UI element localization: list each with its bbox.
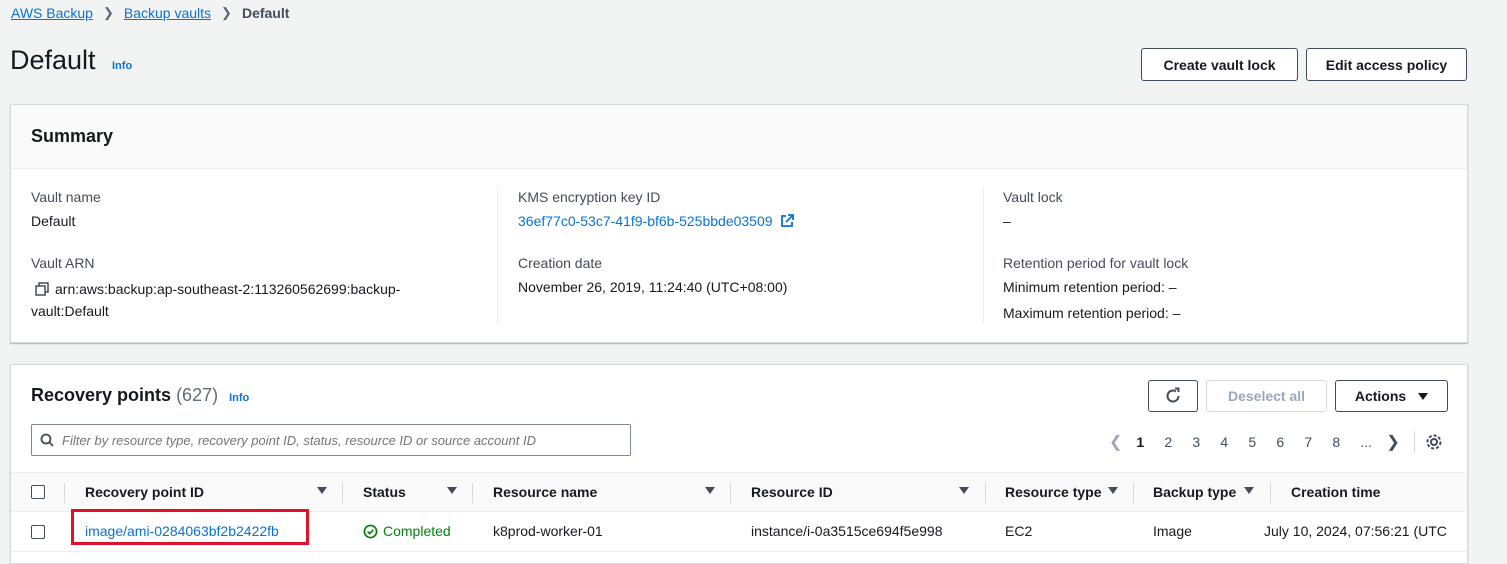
column-divider (1270, 483, 1271, 503)
sort-down-icon[interactable] (447, 487, 457, 494)
status-badge: Completed (363, 523, 451, 539)
deselect-all-button[interactable]: Deselect all (1206, 380, 1327, 412)
page-7[interactable]: 7 (1304, 434, 1332, 450)
summary-title: Summary (11, 105, 1467, 169)
page-8[interactable]: 8 (1332, 434, 1360, 450)
refresh-icon (1166, 387, 1180, 403)
pager-divider (1413, 431, 1415, 453)
breadcrumb-aws-backup[interactable]: AWS Backup (11, 5, 93, 21)
kms-key-link[interactable]: 36ef77c0-53c7-41f9-bf6b-525bbde03509 (518, 213, 773, 229)
column-divider (985, 483, 986, 503)
column-divider (64, 483, 65, 503)
summary-panel: Summary Vault name Default Vault ARN arn… (10, 104, 1468, 343)
column-status[interactable]: Status (363, 484, 406, 500)
summary-col-3: Vault lock – Retention period for vault … (1003, 169, 1443, 342)
creation-date-value: November 26, 2019, 11:24:40 (UTC+08:00) (518, 279, 788, 295)
column-divider (342, 483, 343, 503)
page-title: Default (10, 45, 96, 75)
column-resource-type[interactable]: Resource type (1005, 484, 1101, 500)
caret-down-icon (1418, 392, 1429, 400)
vault-lock-label: Vault lock (1003, 189, 1063, 205)
vault-name-value: Default (31, 213, 76, 229)
info-link[interactable]: Info (229, 392, 249, 404)
copy-icon[interactable] (35, 282, 49, 296)
kms-key-label: KMS encryption key ID (518, 189, 661, 205)
creation-date-label: Creation date (518, 255, 603, 271)
select-all-checkbox[interactable] (31, 485, 45, 499)
resource-name: k8prod-worker-01 (493, 523, 603, 539)
column-resource-name[interactable]: Resource name (493, 484, 597, 500)
breadcrumb: AWS Backup ❯ Backup vaults ❯ Default (11, 5, 289, 21)
column-divider (1133, 483, 1134, 503)
creation-time: July 10, 2024, 07:56:21 (UTC (1264, 523, 1447, 539)
create-vault-lock-button[interactable]: Create vault lock (1141, 48, 1298, 81)
page-5[interactable]: 5 (1248, 434, 1276, 450)
column-divider (730, 483, 731, 503)
page-4[interactable]: 4 (1220, 434, 1248, 450)
external-link-icon[interactable] (780, 214, 795, 231)
min-retention-value: Minimum retention period: – (1003, 279, 1177, 295)
gear-icon[interactable] (1425, 433, 1443, 451)
chevron-right-icon[interactable]: ❯ (1386, 432, 1399, 452)
column-recovery-point-id[interactable]: Recovery point ID (85, 484, 204, 500)
page-1[interactable]: 1 (1136, 434, 1164, 450)
column-resource-id[interactable]: Resource ID (751, 484, 833, 500)
column-divider (497, 187, 498, 323)
summary-col-1: Vault name Default Vault ARN arn:aws:bac… (31, 169, 501, 342)
sort-down-icon[interactable] (1244, 487, 1254, 494)
table-row[interactable]: image/ami-0284063bf2b2422fb Completed k8… (11, 509, 1467, 552)
column-creation-time[interactable]: Creation time (1291, 484, 1380, 500)
summary-col-2: KMS encryption key ID 36ef77c0-53c7-41f9… (518, 169, 978, 342)
chevron-right-icon: ❯ (102, 5, 114, 20)
max-retention-value: Maximum retention period: – (1003, 305, 1181, 321)
sort-down-icon[interactable] (317, 487, 327, 494)
page-3[interactable]: 3 (1192, 434, 1220, 450)
pagination: ❮ 1 2 3 4 5 6 7 8 ... ❯ (1109, 431, 1443, 453)
backup-type: Image (1153, 523, 1192, 539)
vault-arn-label: Vault ARN (31, 255, 95, 271)
recovery-points-panel: Recovery points (627) Info Deselect all … (10, 364, 1468, 564)
search-icon (40, 433, 54, 447)
vault-lock-value: – (1003, 213, 1011, 229)
search-field[interactable] (31, 424, 631, 456)
edit-access-policy-button[interactable]: Edit access policy (1306, 48, 1467, 81)
resource-id: instance/i-0a3515ce694f5e998 (751, 523, 943, 539)
info-link[interactable]: Info (112, 60, 132, 72)
page-6[interactable]: 6 (1276, 434, 1304, 450)
column-divider (983, 187, 984, 323)
breadcrumb-backup-vaults[interactable]: Backup vaults (124, 5, 211, 21)
sort-down-icon[interactable] (1108, 487, 1118, 494)
breadcrumb-current: Default (241, 5, 290, 21)
actions-button[interactable]: Actions (1335, 380, 1448, 412)
recovery-points-count: (627) (176, 385, 219, 405)
refresh-button[interactable] (1148, 380, 1198, 412)
recovery-point-id-link[interactable]: image/ami-0284063bf2b2422fb (85, 523, 279, 539)
vault-name-label: Vault name (31, 189, 101, 205)
row-checkbox[interactable] (31, 525, 45, 539)
table-header: Recovery point ID Status Resource name R… (11, 472, 1467, 512)
vault-arn-value: arn:aws:backup:ap-southeast-2:1132605626… (31, 281, 401, 319)
chevron-right-icon: ❯ (221, 5, 232, 20)
sort-down-icon[interactable] (705, 487, 715, 494)
retention-label: Retention period for vault lock (1003, 255, 1189, 271)
column-divider (472, 483, 473, 503)
page-2[interactable]: 2 (1164, 434, 1192, 450)
sort-down-icon[interactable] (959, 487, 969, 494)
search-input[interactable] (60, 431, 620, 449)
check-circle-icon (363, 524, 378, 538)
recovery-points-title: Recovery points (31, 385, 172, 405)
chevron-left-icon[interactable]: ❮ (1109, 432, 1122, 452)
page-ellipsis: ... (1360, 434, 1373, 450)
column-backup-type[interactable]: Backup type (1153, 484, 1236, 500)
resource-type: EC2 (1005, 523, 1033, 539)
